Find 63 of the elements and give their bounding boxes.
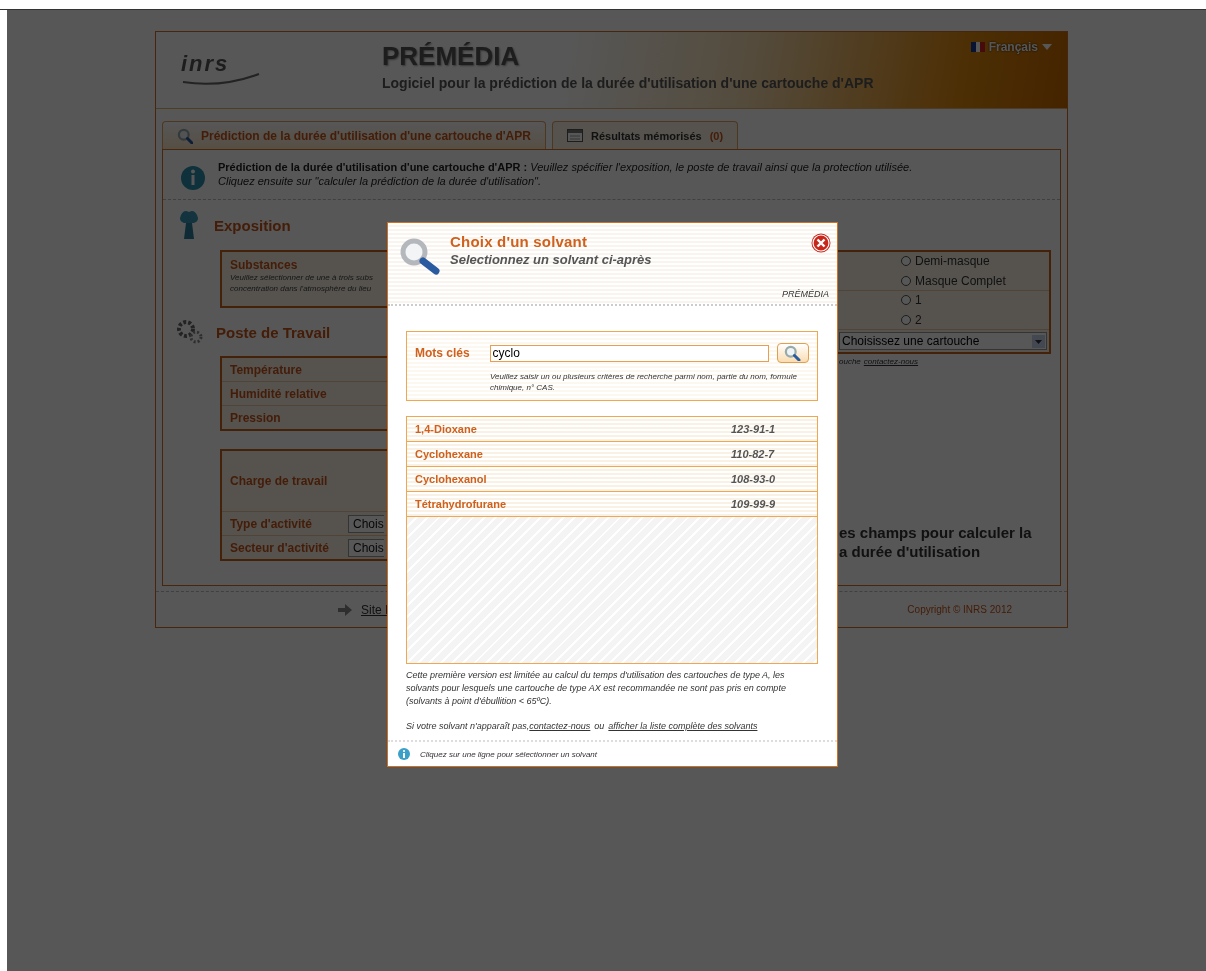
radio-button[interactable] xyxy=(901,276,911,286)
magnifier-icon xyxy=(399,237,441,275)
flag-icon xyxy=(970,42,985,52)
caret-icon xyxy=(1032,334,1045,348)
app-title: PRÉMÉDIA xyxy=(382,41,521,72)
close-button[interactable] xyxy=(811,233,831,253)
contact-link[interactable]: contactez-nous xyxy=(529,721,591,731)
dialog-title: Choix d'un solvant xyxy=(450,233,589,250)
note-text: Cette première version est limitée au calcul du temps d'utilisation des cartouches de type A, les solvants pour lesquels une cartouche de type AX est recommandée ne sont pas pris en compte (solvants à point d'ébullition < 65ºC). xyxy=(406,669,787,708)
radio-label: 2 xyxy=(915,313,922,327)
hint-text: Veuillez saisir un ou plusieurs critères de recherche parmi nom, partie du nom, formule chimique, n° CAS. xyxy=(490,371,798,393)
contact-link[interactable]: contactez-nous xyxy=(863,357,919,366)
radio-button[interactable] xyxy=(901,315,911,325)
info-icon xyxy=(398,748,410,760)
field-label: Substances xyxy=(230,258,298,272)
tab[interactable]: Prédiction de la durée d'utilisation d'une cartouche d'APR xyxy=(162,121,546,149)
intro-text: Prédiction de la durée d'utilisation d'une cartouche d'APR : Veuillez spécifier l'exposition, le poste de travail ainsi que la protection utilisée. xyxy=(218,160,913,174)
table-icon xyxy=(566,129,583,142)
info-icon xyxy=(180,165,206,191)
logo-text: inrs xyxy=(181,54,231,74)
radio-label: Masque Complet xyxy=(915,274,1006,288)
result-row[interactable]: Tétrahydrofurane 109-99-9 xyxy=(407,492,817,517)
tab[interactable]: Résultats mémorisés (0) xyxy=(551,121,739,149)
copyright-text: Copyright © INRS 2012 xyxy=(907,604,1012,615)
field-label: Pression xyxy=(230,410,281,425)
field-label: Charge de travail xyxy=(230,474,329,488)
field-label: Humidité relative xyxy=(230,386,327,401)
section-title: Exposition xyxy=(214,216,291,234)
prompt-text: es champs pour calculer la xyxy=(839,523,1033,542)
note-text: ou xyxy=(594,721,605,731)
search-button[interactable] xyxy=(777,343,809,363)
search-icon xyxy=(177,127,193,144)
field-label: Température xyxy=(230,362,302,377)
arrow-icon xyxy=(338,603,352,616)
status-text: Cliquez sur une ligne pour sélectionner un solvant xyxy=(420,749,597,759)
radio-button[interactable] xyxy=(901,256,911,266)
field-label: Type d'activité xyxy=(230,516,313,531)
gears-icon xyxy=(176,319,204,345)
search-field[interactable]: cyclo xyxy=(489,344,770,362)
field-label: Mots clés xyxy=(415,346,471,360)
note-text: Si votre solvant n'apparaît pas, xyxy=(406,721,530,731)
select-field[interactable]: Chois xyxy=(348,538,384,557)
intro-text: Cliquez ensuite sur "calculer la prédiction de la durée d'utilisation". xyxy=(218,174,542,188)
field-label: Secteur d'activité xyxy=(230,540,330,555)
select-field[interactable]: Chois xyxy=(348,514,384,533)
solvent-list-link[interactable]: afficher la liste complète des solvants xyxy=(608,721,758,731)
radio-button[interactable] xyxy=(901,295,911,305)
radio-label: Demi-masque xyxy=(915,254,990,268)
logo-swoosh-icon xyxy=(181,72,261,86)
section-title: Poste de Travail xyxy=(216,323,331,341)
result-row[interactable]: 1,4-Dioxane 123-91-1 xyxy=(407,417,817,442)
prompt-text: a durée d'utilisation xyxy=(839,542,982,561)
result-row[interactable]: Cyclohexane 110-82-7 xyxy=(407,442,817,467)
language-selector[interactable]: Français xyxy=(970,40,1052,54)
search-icon xyxy=(784,345,803,361)
brand-text: PRÉMÉDIA xyxy=(388,279,837,306)
caret-icon xyxy=(1042,44,1052,50)
radio-label: 1 xyxy=(915,293,922,307)
close-icon xyxy=(811,233,831,253)
site-link[interactable]: Site I xyxy=(361,602,389,617)
cartridge-select[interactable]: Choisissez une cartouche xyxy=(839,332,1047,350)
dialog-subtitle: Selectionnez un solvant ci-après xyxy=(450,252,652,267)
result-row[interactable]: Cyclohexanol 108-93-0 xyxy=(407,467,817,492)
